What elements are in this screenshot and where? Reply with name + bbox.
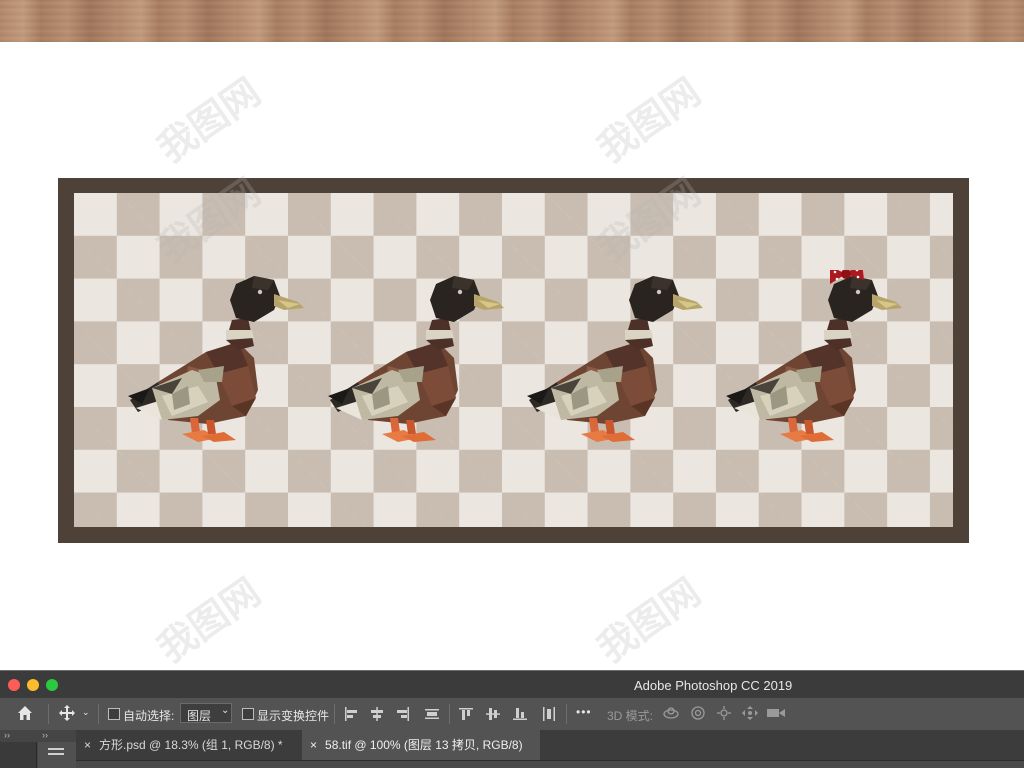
horizontal-ruler: [76, 760, 1024, 768]
auto-select-dropdown[interactable]: 图层 ⌄: [180, 703, 232, 723]
options-bar: ⌄ 自动选择: 图层 ⌄ 显示变换控件 ••• 3D 模式:: [0, 698, 1024, 730]
more-options-button[interactable]: •••: [576, 705, 592, 719]
3d-mode-label: 3D 模式:: [607, 709, 654, 723]
auto-select-label: 自动选择:: [123, 709, 175, 723]
window-controls: [8, 679, 58, 691]
duck-illustration-2: [328, 276, 504, 442]
tab-label: 58.tif @ 100% (图层 13 拷贝, RGB/8): [325, 738, 523, 752]
tab-square-psd[interactable]: × 方形.psd @ 18.3% (组 1, RGB/8) *: [76, 730, 300, 760]
3d-orbit-icon[interactable]: [662, 705, 680, 724]
align-middle-icon[interactable]: [485, 706, 501, 725]
separator: [48, 704, 49, 724]
align-bottom-icon[interactable]: [512, 706, 528, 725]
window-titlebar: Adobe Photoshop CC 2019: [0, 670, 1024, 698]
align-left-icon[interactable]: [343, 706, 359, 725]
tools-panel-header: ›› ››: [0, 730, 76, 768]
separator: [334, 704, 335, 724]
duck-illustration-1: [128, 276, 304, 442]
close-window-button[interactable]: [8, 679, 20, 691]
tab-58-tif[interactable]: × 58.tif @ 100% (图层 13 拷贝, RGB/8): [302, 730, 540, 760]
collapse-icon[interactable]: ››: [4, 730, 10, 740]
duck-illustration-4: [726, 270, 902, 442]
distribute-icon[interactable]: [424, 706, 440, 725]
align-center-icon[interactable]: [369, 706, 385, 725]
show-transform-checkbox[interactable]: [242, 708, 254, 720]
separator: [449, 704, 450, 724]
panel-stub[interactable]: [38, 742, 76, 768]
document-tabs: × 方形.psd @ 18.3% (组 1, RGB/8) * × 58.tif @…: [76, 730, 1024, 760]
toolbar-stub: [0, 742, 37, 768]
chevron-down-icon: ⌄: [221, 705, 230, 716]
wood-background: [0, 0, 1024, 42]
align-top-icon[interactable]: [458, 706, 474, 725]
auto-select-value: 图层: [187, 709, 212, 723]
close-tab-icon[interactable]: ×: [310, 738, 317, 752]
minimize-window-button[interactable]: [27, 679, 39, 691]
chevron-down-icon[interactable]: ⌄: [82, 707, 90, 718]
distribute-horizontal-icon[interactable]: [541, 706, 557, 725]
3d-roll-icon[interactable]: [690, 705, 706, 724]
separator: [566, 704, 567, 724]
auto-select-checkbox[interactable]: [108, 708, 120, 720]
app-title: Adobe Photoshop CC 2019: [634, 678, 793, 693]
zoom-window-button[interactable]: [46, 679, 58, 691]
align-right-icon[interactable]: [395, 706, 411, 725]
separator: [98, 704, 99, 724]
tab-label: 方形.psd @ 18.3% (组 1, RGB/8) *: [99, 738, 283, 752]
3d-pan-icon[interactable]: [716, 705, 732, 724]
move-tool-icon[interactable]: [58, 704, 76, 725]
3d-camera-icon[interactable]: [766, 705, 786, 724]
show-transform-label: 显示变换控件: [257, 709, 330, 723]
duck-illustration-3: [527, 276, 703, 442]
collapse-icon[interactable]: ››: [42, 730, 48, 740]
close-tab-icon[interactable]: ×: [84, 738, 91, 752]
3d-slide-icon[interactable]: [741, 705, 759, 724]
home-icon[interactable]: [16, 704, 34, 725]
